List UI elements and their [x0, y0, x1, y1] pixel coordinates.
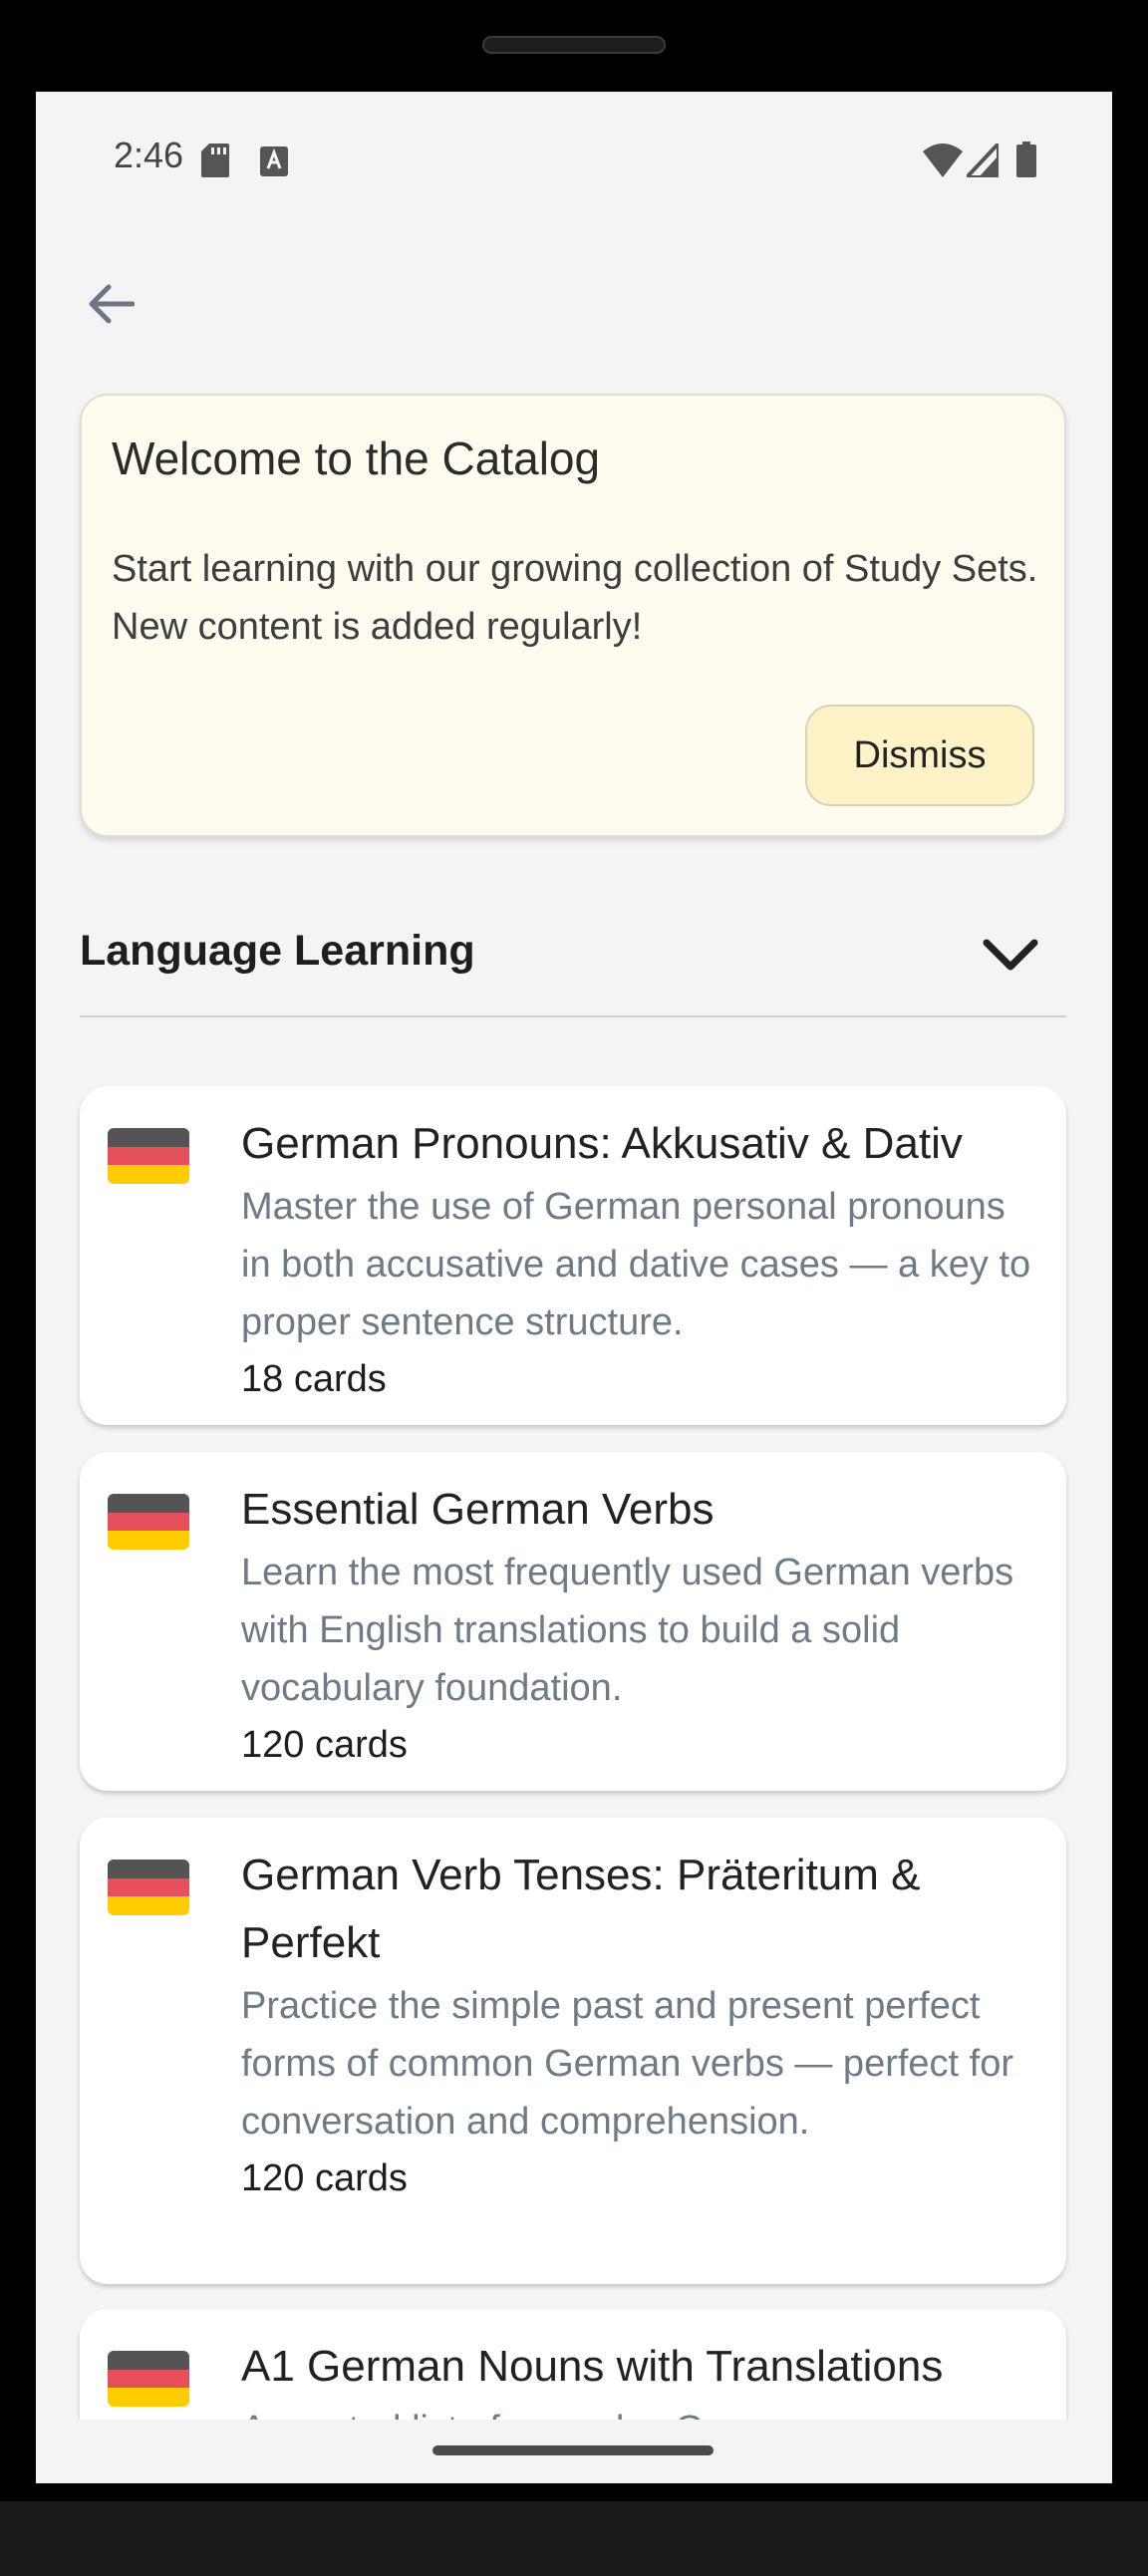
back-button[interactable] — [76, 271, 145, 341]
status-time: 2:46 — [114, 135, 184, 175]
study-set-title: German Pronouns: Akkusativ & Dativ — [241, 1119, 963, 1168]
section-header-language-learning[interactable]: Language Learning — [80, 909, 1066, 1008]
study-set-description: Learn the most frequently used German ve… — [241, 1552, 1014, 1709]
wifi-icon — [923, 143, 963, 182]
german-flag-icon — [108, 2351, 189, 2407]
german-flag-icon — [108, 1494, 189, 1550]
study-set-card-count: 120 cards — [241, 2157, 408, 2199]
study-set-card[interactable]: German Pronouns: Akkusativ & Dativ Maste… — [80, 1086, 1066, 1425]
study-set-description: Practice the simple past and present per… — [241, 1985, 1014, 2143]
sd-card-icon — [201, 143, 229, 182]
study-set-card[interactable]: German Verb Tenses: Präteritum & Perfekt… — [80, 1818, 1066, 2284]
section-title: Language Learning — [80, 927, 475, 975]
study-set-card-count: 120 cards — [241, 1724, 408, 1766]
signal-icon — [965, 142, 1001, 182]
status-bar: 2:46 — [36, 92, 1112, 179]
device-chin — [0, 2501, 1148, 2576]
german-flag-icon — [108, 1860, 189, 1915]
study-set-title: A1 German Nouns with Translations — [241, 2342, 944, 2391]
welcome-title: Welcome to the Catalog — [112, 432, 601, 484]
chevron-down-icon[interactable] — [981, 931, 1040, 981]
study-set-description: Master the use of German personal pronou… — [241, 1186, 1031, 1343]
text-a-icon — [260, 146, 288, 181]
device-frame: 2:46 Welcome to the Catalog Start learni… — [0, 0, 1148, 2576]
app-screen: 2:46 Welcome to the Catalog Start learni… — [36, 92, 1112, 2483]
study-set-title: Essential German Verbs — [241, 1485, 715, 1534]
dismiss-button[interactable]: Dismiss — [805, 705, 1034, 806]
arrow-left-icon — [87, 284, 136, 329]
german-flag-icon — [108, 1128, 189, 1184]
study-set-card[interactable]: Essential German Verbs Learn the most fr… — [80, 1452, 1066, 1791]
earpiece-speaker — [482, 36, 666, 54]
welcome-card: Welcome to the Catalog Start learning wi… — [80, 394, 1066, 837]
study-set-card-count: 18 cards — [241, 1358, 387, 1400]
welcome-body: Start learning with our growing collecti… — [112, 548, 1038, 648]
section-divider — [80, 1015, 1066, 1017]
home-gesture-handle[interactable] — [432, 2445, 714, 2455]
battery-icon — [1016, 142, 1036, 182]
study-set-title: German Verb Tenses: Präteritum & Perfekt — [241, 1851, 921, 1967]
